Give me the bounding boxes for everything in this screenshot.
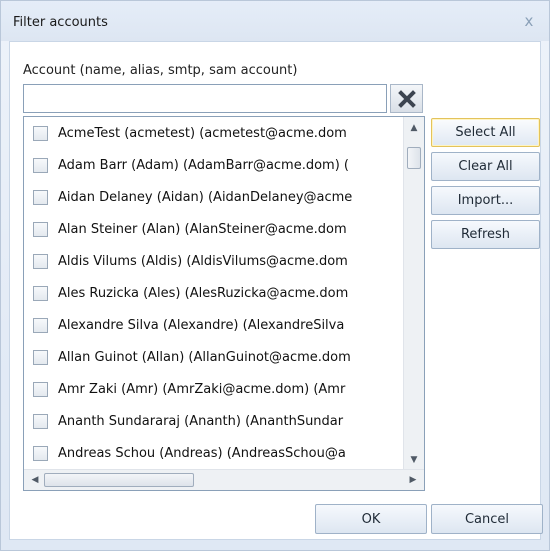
scroll-down-arrow-icon[interactable]: ▼ xyxy=(404,451,424,469)
vertical-scrollbar[interactable]: ▲ ▼ xyxy=(403,117,424,471)
checkbox-icon[interactable] xyxy=(33,413,48,429)
account-list-item[interactable]: Ananth Sundararaj (Ananth) (AnanthSundar xyxy=(24,405,404,437)
checkbox-icon[interactable] xyxy=(33,381,48,397)
checkbox-icon[interactable] xyxy=(33,253,48,269)
scroll-up-arrow-icon[interactable]: ▲ xyxy=(404,119,424,137)
clear-all-button[interactable]: Clear All xyxy=(431,152,540,181)
checkbox-icon[interactable] xyxy=(33,221,48,237)
ok-button[interactable]: OK xyxy=(315,504,427,534)
account-list[interactable]: AcmeTest (acmetest) (acmetest@acme.dom Ad… xyxy=(23,116,425,491)
checkbox-icon[interactable] xyxy=(33,189,48,205)
checkbox-icon[interactable] xyxy=(33,157,48,173)
account-list-item[interactable]: Allan Guinot (Allan) (AllanGuinot@acme.d… xyxy=(24,341,404,373)
account-rows: AcmeTest (acmetest) (acmetest@acme.dom Ad… xyxy=(24,117,404,469)
refresh-button[interactable]: Refresh xyxy=(431,220,540,249)
account-list-item[interactable]: Alexandre Silva (Alexandre) (AlexandreSi… xyxy=(24,309,404,341)
filter-accounts-dialog: Filter accounts x Account (name, alias, … xyxy=(0,0,550,551)
cancel-button[interactable]: Cancel xyxy=(431,504,543,534)
import-button[interactable]: Import... xyxy=(431,186,540,215)
checkbox-icon[interactable] xyxy=(33,125,48,141)
account-list-item[interactable]: Adam Barr (Adam) (AdamBarr@acme.dom) ( xyxy=(24,149,404,181)
select-all-button[interactable]: Select All xyxy=(431,118,540,147)
title-bar: Filter accounts x xyxy=(1,1,549,41)
account-list-item[interactable]: AcmeTest (acmetest) (acmetest@acme.dom xyxy=(24,117,404,149)
account-label: Andreas Schou (Andreas) (AndreasSchou@a xyxy=(58,445,346,461)
checkbox-icon[interactable] xyxy=(33,445,48,461)
account-list-item[interactable]: Andreas Schou (Andreas) (AndreasSchou@a xyxy=(24,437,404,469)
account-label: Aidan Delaney (Aidan) (AidanDelaney@acme xyxy=(58,189,353,205)
horizontal-scroll-thumb[interactable] xyxy=(44,473,194,487)
account-label: Allan Guinot (Allan) (AllanGuinot@acme.d… xyxy=(58,349,351,365)
checkbox-icon[interactable] xyxy=(33,317,48,333)
clear-x-icon xyxy=(397,89,416,108)
account-list-item[interactable]: Aidan Delaney (Aidan) (AidanDelaney@acme xyxy=(24,181,404,213)
scroll-left-arrow-icon[interactable]: ◀ xyxy=(26,470,44,490)
vertical-scroll-thumb[interactable] xyxy=(407,147,421,169)
clear-search-button[interactable] xyxy=(390,84,423,113)
horizontal-scrollbar[interactable]: ◀ ▶ xyxy=(24,469,424,490)
account-label: Amr Zaki (Amr) (AmrZaki@acme.dom) (Amr xyxy=(58,381,346,397)
account-label: Ales Ruzicka (Ales) (AlesRuzicka@acme.do… xyxy=(58,285,349,301)
account-label: Alan Steiner (Alan) (AlanSteiner@acme.do… xyxy=(58,221,347,237)
dialog-title: Filter accounts xyxy=(13,15,108,30)
account-label: Adam Barr (Adam) (AdamBarr@acme.dom) ( xyxy=(58,157,349,173)
account-list-item[interactable]: Amr Zaki (Amr) (AmrZaki@acme.dom) (Amr xyxy=(24,373,404,405)
close-icon[interactable]: x xyxy=(519,12,539,30)
checkbox-icon[interactable] xyxy=(33,349,48,365)
checkbox-icon[interactable] xyxy=(33,285,48,301)
scroll-right-arrow-icon[interactable]: ▶ xyxy=(404,470,422,490)
account-list-item[interactable]: Aldis Vilums (Aldis) (AldisVilums@acme.d… xyxy=(24,245,404,277)
account-list-item[interactable]: Alan Steiner (Alan) (AlanSteiner@acme.do… xyxy=(24,213,404,245)
account-search-input[interactable] xyxy=(23,84,387,113)
account-list-item[interactable]: Ales Ruzicka (Ales) (AlesRuzicka@acme.do… xyxy=(24,277,404,309)
account-label: Alexandre Silva (Alexandre) (AlexandreSi… xyxy=(58,317,345,333)
account-label: Ananth Sundararaj (Ananth) (AnanthSundar xyxy=(58,413,344,429)
account-label: AcmeTest (acmetest) (acmetest@acme.dom xyxy=(58,125,347,141)
account-label: Aldis Vilums (Aldis) (AldisVilums@acme.d… xyxy=(58,253,348,269)
account-search-label: Account (name, alias, smtp, sam account) xyxy=(23,63,298,78)
